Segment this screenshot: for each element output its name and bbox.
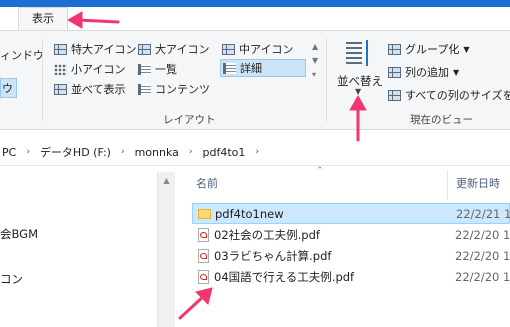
annotation-arrow-sort (349, 94, 367, 142)
annotation-arrows (66, 11, 367, 320)
annotation-arrow-tab (66, 11, 120, 29)
annotation-arrow-file (178, 287, 213, 320)
